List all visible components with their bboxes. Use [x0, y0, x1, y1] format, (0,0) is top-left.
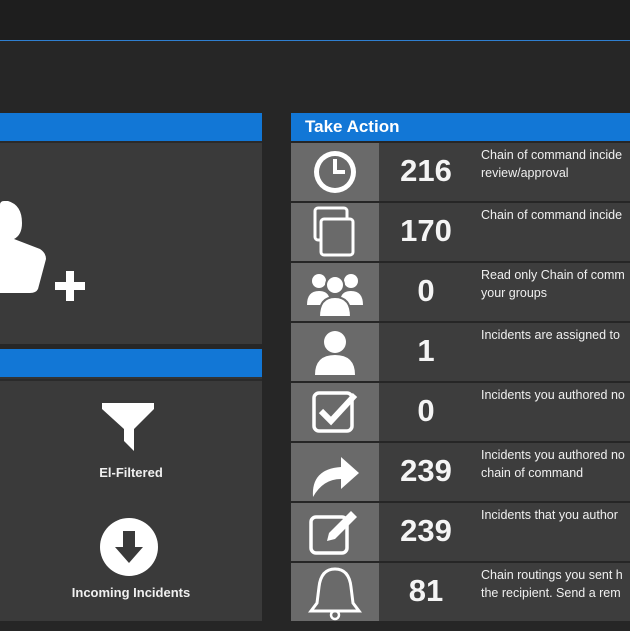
description-line: Chain of command incide [481, 148, 623, 162]
description-line: Incidents that you author [481, 508, 618, 522]
description-line: your groups [481, 286, 548, 300]
action-row-author-edit[interactable]: 239 Incidents that you author [291, 503, 630, 561]
copy-icon [313, 206, 355, 257]
checkbox-icon [312, 391, 358, 433]
icon-cell [291, 143, 379, 201]
action-row-assigned[interactable]: 1 Incidents are assigned to [291, 323, 630, 381]
edit-icon [309, 511, 357, 555]
user-icon [315, 331, 355, 375]
description-line: chain of command [481, 466, 584, 480]
share-arrow-icon [312, 457, 359, 497]
el-filtered-link[interactable]: El-Filtered [0, 465, 262, 480]
action-row-chain-of-command[interactable]: 170 Chain of command incide [291, 203, 630, 261]
count: 0 [379, 263, 473, 321]
panel-body [0, 141, 262, 344]
icon-cell [291, 503, 379, 561]
incoming-incidents-link[interactable]: Incoming Incidents [0, 585, 262, 600]
icon-cell [291, 563, 379, 621]
take-action-panel: Take Action 216 Chain of command incide … [291, 113, 630, 621]
count: 81 [379, 563, 473, 621]
icon-cell [291, 443, 379, 501]
tools-panel: El-Filtered Incoming Incidents [0, 349, 262, 621]
action-row-routings[interactable]: 81 Chain routings you sent h the recipie… [291, 563, 630, 621]
description: Chain of command incide review/approval [473, 143, 630, 201]
description-line: review/approval [481, 166, 569, 180]
description: Read only Chain of comm your groups [473, 263, 630, 321]
count: 239 [379, 503, 473, 561]
top-navigation-bar [0, 0, 630, 41]
description-line: Incidents you authored no [481, 388, 625, 402]
panel-body: El-Filtered Incoming Incidents [0, 379, 262, 621]
sub-header-bar [0, 41, 630, 111]
arrow-down-circle-icon[interactable] [99, 517, 159, 577]
description-line: Incidents you authored no [481, 448, 625, 462]
action-row-authored[interactable]: 0 Incidents you authored no [291, 383, 630, 441]
description: Incidents you authored no [473, 383, 630, 441]
description: Chain routings you sent h the recipient.… [473, 563, 630, 621]
user-add-icon[interactable] [0, 143, 262, 346]
description-line: Read only Chain of comm [481, 268, 625, 282]
new-user-panel [0, 113, 262, 344]
icon-cell [291, 383, 379, 441]
icon-cell [291, 263, 379, 321]
description: Incidents are assigned to [473, 323, 630, 381]
description-line: the recipient. Send a rem [481, 586, 621, 600]
action-row-authored-chain[interactable]: 239 Incidents you authored no chain of c… [291, 443, 630, 501]
filter-icon[interactable] [100, 399, 156, 455]
panel-header [0, 349, 262, 377]
count: 216 [379, 143, 473, 201]
action-row-groups[interactable]: 0 Read only Chain of comm your groups [291, 263, 630, 321]
clock-icon [314, 151, 356, 193]
action-row-review-approval[interactable]: 216 Chain of command incide review/appro… [291, 143, 630, 201]
count: 239 [379, 443, 473, 501]
panel-header [0, 113, 262, 141]
description: Chain of command incide [473, 203, 630, 261]
description: Incidents that you author [473, 503, 630, 561]
description-line: Chain routings you sent h [481, 568, 623, 582]
bell-icon [308, 567, 362, 621]
count: 1 [379, 323, 473, 381]
count: 170 [379, 203, 473, 261]
icon-cell [291, 323, 379, 381]
description-line: Chain of command incide [481, 208, 623, 222]
count: 0 [379, 383, 473, 441]
icon-cell [291, 203, 379, 261]
group-icon [307, 274, 363, 318]
description-line: Incidents are assigned to [481, 328, 620, 342]
description: Incidents you authored no chain of comma… [473, 443, 630, 501]
take-action-title: Take Action [291, 113, 630, 141]
